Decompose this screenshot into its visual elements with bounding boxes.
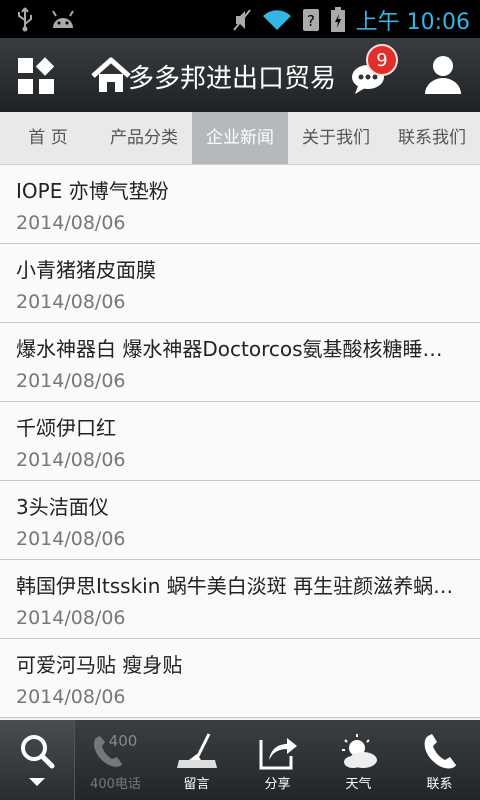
phone-icon: 400 [93,732,137,767]
list-item[interactable]: 爆水神器白 爆水神器Doctorcos氨基酸核糖睡… 2014/08/06 [0,323,480,402]
list-item[interactable]: IOPE 亦博气垫粉 2014/08/06 [0,165,480,244]
news-title: 千颂伊口红 [16,416,116,440]
tab-news[interactable]: 企业新闻 [192,112,288,164]
signal-icon: ? [302,7,320,33]
tab-products[interactable]: 产品分类 [96,112,192,164]
search-icon [21,735,55,786]
news-title: 爆水神器白 爆水神器Doctorcos氨基酸核糖睡… [16,337,443,361]
list-item[interactable]: 3头洁面仪 2014/08/06 [0,481,480,560]
news-title: 可爱河马贴 瘦身贴 [16,653,183,677]
quill-icon [176,733,217,768]
news-date: 2014/08/06 [16,212,126,234]
svg-text:400: 400 [108,732,137,750]
contact-button[interactable]: 联系 [399,720,480,800]
message-board-label: 留言 [183,777,210,792]
nav-tabs: 首 页 产品分类 企业新闻 关于我们 联系我们 [0,112,480,165]
news-date: 2014/08/06 [16,528,126,550]
list-item[interactable]: 小青猪猪皮面膜 2014/08/06 [0,244,480,323]
news-title: 小青猪猪皮面膜 [16,258,156,282]
tab-about[interactable]: 关于我们 [288,112,384,164]
battery-icon [330,7,346,33]
weather-label: 天气 [345,777,372,792]
mute-icon [232,8,252,32]
tab-contact[interactable]: 联系我们 [384,112,480,164]
weather-icon [341,734,377,768]
usb-icon [14,6,36,32]
bottom-toolbar: 400 400电话 留言 分享 天气 联系 [0,720,480,800]
status-bar: ? 上午 10:06 [0,0,480,38]
home-icon[interactable] [90,56,132,96]
wifi-icon [262,8,292,32]
weather-button[interactable]: 天气 [318,720,399,800]
share-icon [259,738,297,770]
page-title: 多多邦进出口贸易 [128,64,337,94]
app-header: 多多邦进出口贸易 9 [0,38,480,112]
tab-home[interactable]: 首 页 [0,112,96,164]
contact-label: 联系 [426,777,453,792]
news-date: 2014/08/06 [16,449,126,471]
share-button[interactable]: 分享 [237,720,318,800]
search-button[interactable] [0,720,75,800]
share-label: 分享 [264,777,291,792]
news-title: 3头洁面仪 [16,495,109,519]
news-date: 2014/08/06 [16,607,126,629]
grid-menu-icon[interactable] [14,54,58,98]
list-item[interactable]: 千颂伊口红 2014/08/06 [0,402,480,481]
news-date: 2014/08/06 [16,291,126,313]
android-icon [50,8,76,30]
list-item[interactable]: 可爱河马贴 瘦身贴 2014/08/06 [0,639,480,718]
list-item[interactable]: 韩国伊思Itsskin 蜗牛美白淡斑 再生驻颜滋养蜗… 2014/08/06 [0,560,480,639]
message-count-badge: 9 [366,44,398,76]
phone-icon [424,734,456,769]
phone-400-button[interactable]: 400 400电话 [75,720,156,800]
message-board-button[interactable]: 留言 [156,720,237,800]
phone-400-label: 400电话 [90,777,141,792]
status-time: 上午 10:06 [355,10,470,35]
svg-text:?: ? [307,12,315,30]
news-date: 2014/08/06 [16,686,126,708]
news-title: 韩国伊思Itsskin 蜗牛美白淡斑 再生驻颜滋养蜗… [16,574,454,598]
news-list: IOPE 亦博气垫粉 2014/08/06 小青猪猪皮面膜 2014/08/06… [0,165,480,718]
user-icon[interactable] [424,54,462,96]
news-date: 2014/08/06 [16,370,126,392]
news-title: IOPE 亦博气垫粉 [16,179,169,203]
